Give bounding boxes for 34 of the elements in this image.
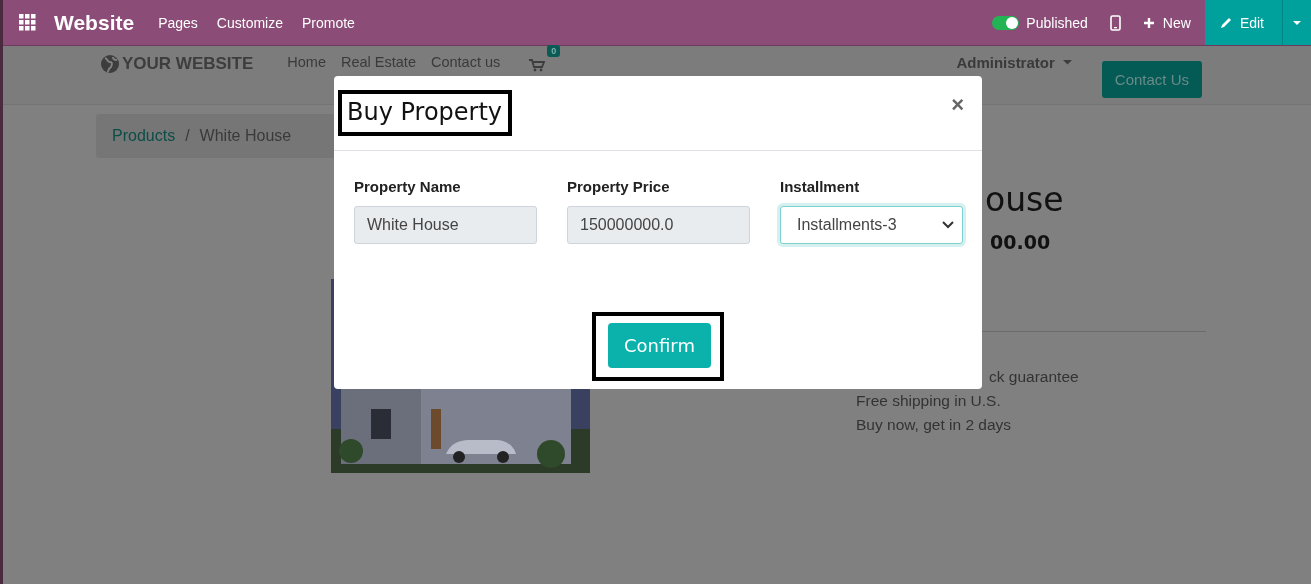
select-field[interactable]: Installments-3	[780, 206, 963, 244]
product-title: ouse	[985, 180, 1065, 219]
product-note: Free shipping in U.S.	[856, 391, 1002, 411]
dropdown-toggle[interactable]	[1282, 0, 1311, 45]
globe-icon	[100, 54, 120, 74]
field-label: Installment	[780, 178, 861, 195]
app-title[interactable]: Website	[54, 10, 135, 35]
dialog-title: Buy Property	[338, 90, 513, 136]
field-label: Property Price	[567, 178, 671, 195]
product-price: 00.00	[990, 231, 1052, 253]
plus-icon	[1142, 16, 1155, 29]
apps-icon[interactable]	[19, 14, 36, 31]
input-field[interactable]: 150000000.0	[567, 206, 750, 244]
menu-item[interactable]: Customize	[216, 14, 283, 31]
breadcrumb-current: White House	[199, 127, 292, 145]
mobile-icon[interactable]	[1109, 14, 1121, 31]
menu-item[interactable]: Pages	[158, 14, 198, 31]
edit-button[interactable]: Edit	[1204, 0, 1282, 45]
caret-icon	[1062, 60, 1072, 65]
menu-item[interactable]: Promote	[302, 14, 355, 31]
chevron-down-icon	[942, 221, 954, 229]
cart-icon	[529, 59, 546, 72]
input-field[interactable]: White House	[354, 206, 537, 244]
close-button[interactable]: ×	[947, 92, 968, 118]
published-label: Published	[1026, 14, 1088, 31]
publish-toggle[interactable]	[992, 15, 1020, 30]
pencil-icon	[1219, 16, 1232, 29]
new-button[interactable]: New	[1142, 14, 1191, 31]
field-label: Property Name	[354, 178, 462, 195]
product-note: Buy now, get in 2 days	[856, 415, 1013, 435]
product-note: ck guarantee	[989, 367, 1080, 387]
caret-icon	[1293, 20, 1301, 25]
breadcrumb-separator: /	[185, 127, 190, 145]
cart-count: 0	[547, 45, 561, 57]
